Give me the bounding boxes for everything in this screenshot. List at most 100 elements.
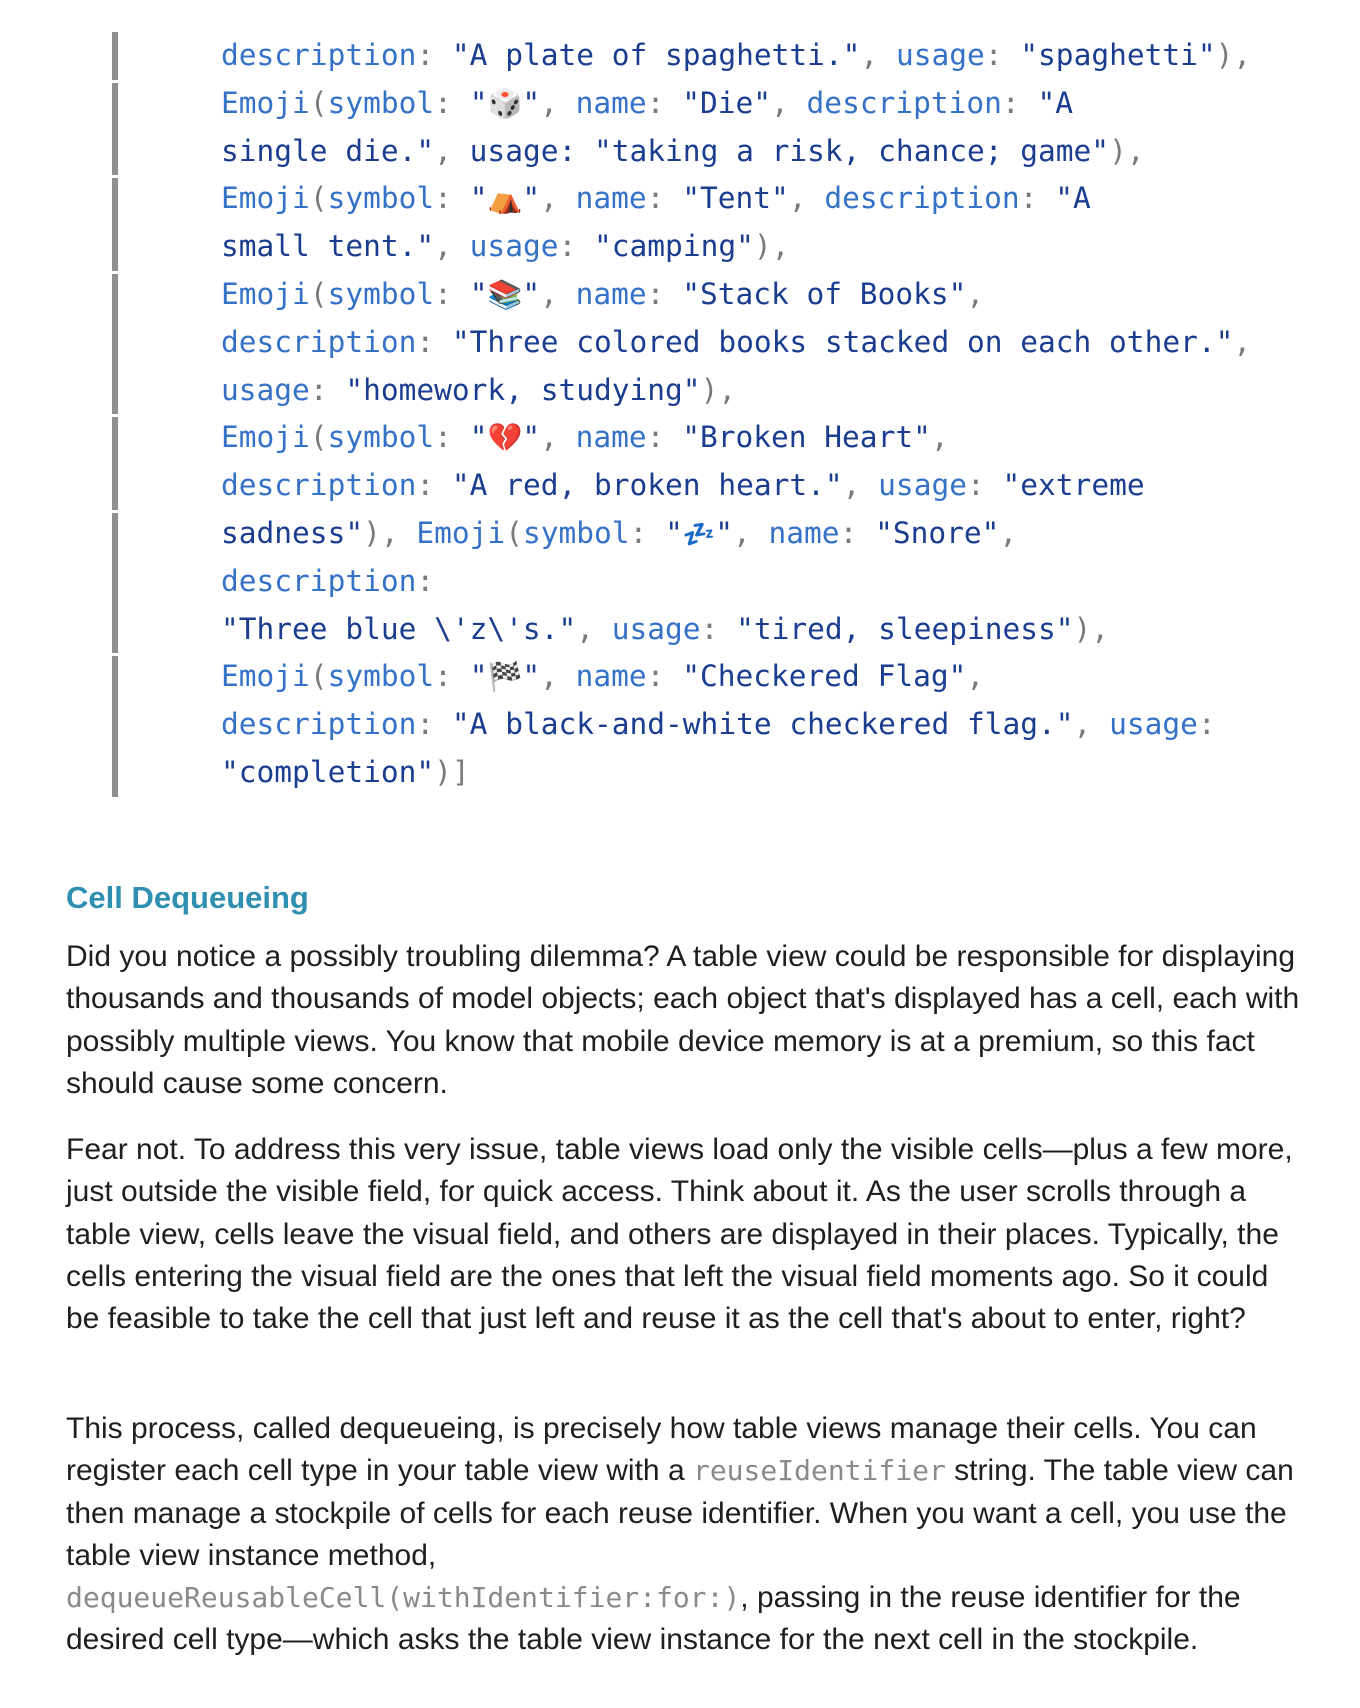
code-token: Emoji <box>221 420 310 455</box>
code-token: ), <box>1109 133 1145 168</box>
code-token: " <box>522 276 541 311</box>
emoji-symbol: 🎲 <box>487 86 523 120</box>
code-token: : <box>646 85 683 120</box>
emoji-symbol: 💤 <box>682 519 716 550</box>
code-token: , <box>771 85 807 120</box>
code-line: description: "Three colored books stacke… <box>118 319 1348 367</box>
code-token: single die." <box>221 133 435 168</box>
code-line: Emoji(symbol: "🎲", name: "Die", descript… <box>112 79 1348 128</box>
code-token: ( <box>309 276 328 311</box>
code-token: : <box>416 707 452 742</box>
code-line: description: <box>118 558 1348 606</box>
code-token: : <box>434 181 470 216</box>
code-token: "Die" <box>682 85 772 120</box>
inline-code-dequeue-method: dequeueReusableCell(withIdentifier:for:) <box>66 1581 741 1615</box>
paragraph-1: Did you notice a possibly troubling dile… <box>66 940 1300 1100</box>
code-token: name <box>575 420 647 455</box>
code-token: small tent." <box>221 229 435 264</box>
code-token: , <box>966 659 985 694</box>
code-token: : <box>629 515 666 550</box>
paragraph-2: Fear not. To address this very issue, ta… <box>66 1133 1293 1336</box>
code-token: usage <box>895 38 985 72</box>
code-token: description <box>221 707 417 742</box>
code-line: "completion")] <box>118 749 1348 797</box>
code-token: name <box>575 181 647 216</box>
code-token: "Stack of Books" <box>682 276 967 311</box>
code-token: name <box>575 276 647 311</box>
code-line: "Three blue \'z\'s.", usage: "tired, sle… <box>118 606 1348 654</box>
code-token: : <box>1019 181 1056 216</box>
code-token: : <box>646 276 683 311</box>
code-token: , <box>930 420 949 455</box>
code-token: Emoji <box>221 659 310 694</box>
code-token: "taking a risk, chance; game" <box>594 133 1110 168</box>
code-token: "extreme <box>1002 468 1145 503</box>
code-line: description: "A black-and-white checkere… <box>118 701 1348 749</box>
code-token: " <box>469 659 488 694</box>
code-token: name <box>768 515 840 550</box>
code-token: ), <box>753 229 790 264</box>
code-token: Emoji <box>416 515 506 550</box>
code-token: , <box>1233 324 1252 359</box>
code-token: ( <box>505 515 523 550</box>
code-token: : <box>416 324 452 359</box>
code-token: "spaghetti" <box>1020 38 1216 72</box>
code-token: "homework, studying" <box>345 372 701 407</box>
code-token: ), <box>1215 38 1252 72</box>
code-token: , <box>999 515 1018 550</box>
code-token: , <box>788 181 825 216</box>
code-token: description <box>806 85 1002 120</box>
code-token: : <box>416 563 435 598</box>
code-token: " <box>522 85 541 120</box>
code-token: : <box>434 420 470 455</box>
code-token: : <box>966 468 1003 503</box>
code-token: "camping" <box>594 229 754 264</box>
emoji-symbol: 📚 <box>487 277 523 311</box>
code-token: : <box>646 420 683 455</box>
code-token: : <box>839 515 876 550</box>
emoji-symbol: 🏁 <box>487 660 523 694</box>
code-line: single die.", usage: "taking a risk, cha… <box>118 128 1348 176</box>
code-token: "A <box>1055 181 1091 216</box>
code-token: ( <box>309 420 328 455</box>
code-token: , <box>966 276 985 311</box>
code-token: usage <box>469 229 559 264</box>
code-token: symbol <box>327 181 435 216</box>
code-token: , <box>540 420 576 455</box>
code-token: : <box>416 468 452 503</box>
code-token: : <box>984 38 1021 72</box>
code-token: , <box>732 515 769 550</box>
code-token: usage: <box>469 133 594 168</box>
code-line: Emoji(symbol: "⛺", name: "Tent", descrip… <box>112 175 1348 223</box>
code-token: symbol <box>327 659 435 694</box>
code-token: description <box>221 38 417 72</box>
inline-code-reuse-identifier: reuseIdentifier <box>692 1454 946 1488</box>
code-token: " <box>469 85 488 120</box>
code-token: Emoji <box>221 85 310 120</box>
emoji-symbol: 💔 <box>487 421 523 455</box>
code-token: "Broken Heart" <box>682 420 931 455</box>
code-token: , <box>1073 707 1110 742</box>
code-line: description: "A plate of spaghetti.", us… <box>118 32 1348 80</box>
code-token: : <box>700 611 737 646</box>
code-token: "Snore" <box>875 515 1000 550</box>
code-token: ( <box>309 659 328 694</box>
code-token: symbol <box>327 420 435 455</box>
code-token: usage <box>611 611 701 646</box>
code-token: , <box>434 229 470 264</box>
code-token: Emoji <box>221 276 310 311</box>
code-token: , <box>540 276 576 311</box>
code-token: "Tent" <box>682 181 789 216</box>
code-token: description <box>221 324 417 359</box>
code-line: Emoji(symbol: "🏁", name: "Checkered Flag… <box>112 653 1348 701</box>
code-token: usage <box>878 468 967 503</box>
section-heading: Cell Dequeueing <box>66 880 309 915</box>
code-token: name <box>575 659 647 694</box>
code-token: "Checkered Flag" <box>682 659 967 694</box>
code-token: : <box>1001 85 1038 120</box>
code-token: " <box>469 276 488 311</box>
code-token: sadness" <box>221 515 364 550</box>
code-token: description <box>824 181 1020 216</box>
code-token: ), <box>1073 611 1110 646</box>
code-token: : <box>558 229 595 264</box>
